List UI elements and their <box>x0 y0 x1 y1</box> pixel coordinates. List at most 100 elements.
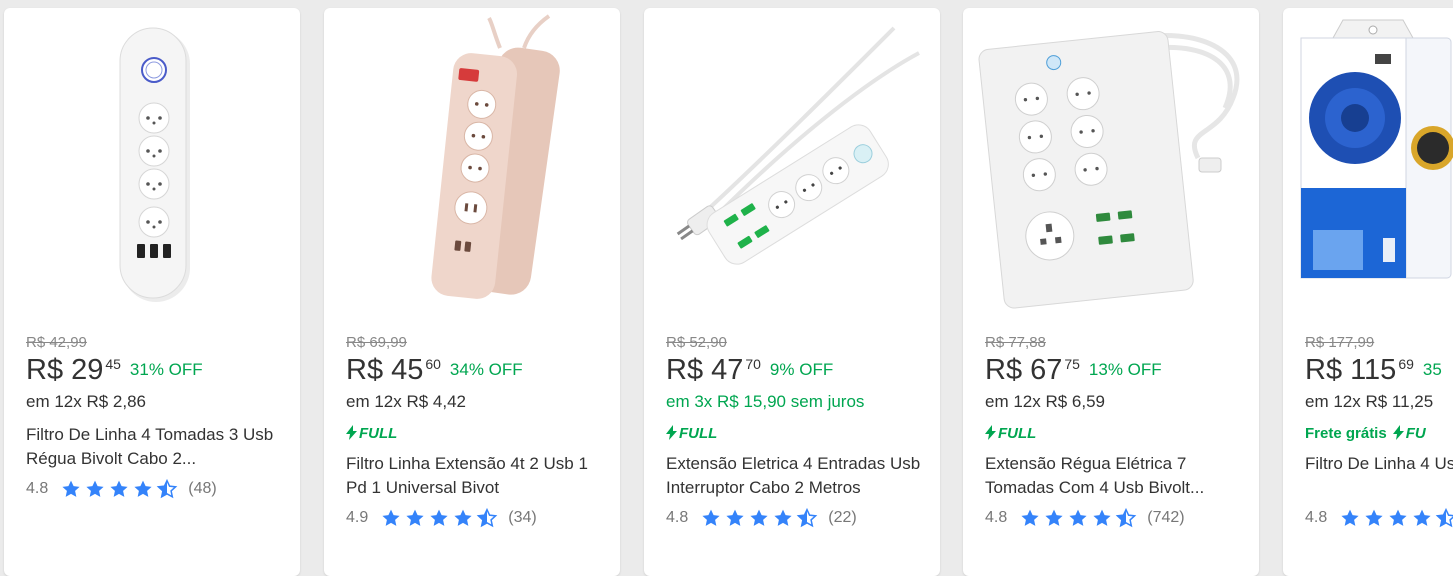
currency-symbol: R$ <box>26 354 64 386</box>
full-label: FU <box>1405 425 1426 442</box>
review-count: (48) <box>188 480 217 497</box>
star-full-icon <box>134 480 152 497</box>
star-full-icon <box>750 509 768 526</box>
star-full-icon <box>1341 509 1359 526</box>
discount-label: 31% OFF <box>129 360 203 379</box>
product-title[interactable]: Filtro De Linha 4 Usb Powercube <box>1305 452 1453 500</box>
price: R$ 67 75 13% OFF <box>985 353 1251 389</box>
star-full-icon <box>406 509 424 526</box>
installments: em 3x R$ 15,90 sem juros <box>666 392 865 411</box>
product-card[interactable]: R$ 77,88 R$ 67 75 13% OFF em 12x R$ 6,59… <box>963 8 1259 576</box>
rating-value: 4.8 <box>26 480 49 497</box>
star-half-icon <box>476 508 498 528</box>
price-integer: 29 <box>71 354 104 386</box>
lightning-bolt-icon <box>346 425 357 440</box>
price-integer: 115 <box>1350 354 1397 386</box>
installments: em 12x R$ 4,42 <box>346 392 467 411</box>
price-cents: 60 <box>425 356 441 372</box>
star-full-icon <box>62 480 80 497</box>
lightning-bolt-icon <box>1392 425 1404 440</box>
price-integer: 47 <box>711 354 744 386</box>
star-full-icon <box>110 480 128 497</box>
star-full-icon <box>454 509 472 526</box>
installments: em 12x R$ 6,59 <box>985 392 1106 411</box>
discount-label: 13% OFF <box>1088 360 1162 379</box>
rating-value: 4.8 <box>1305 509 1328 526</box>
rating: 4.8 (22) <box>666 507 932 529</box>
rating-value: 4.8 <box>666 509 689 526</box>
star-full-icon <box>382 509 400 526</box>
currency-symbol: R$ <box>1305 354 1343 386</box>
product-title[interactable]: Extensão Régua Elétrica 7 Tomadas Com 4 … <box>985 452 1251 500</box>
discount-label: 34% OFF <box>449 360 523 379</box>
full-badge: FULL <box>985 424 1251 444</box>
rating: 4.8 (48) <box>26 478 292 500</box>
price-cents: 70 <box>745 356 761 372</box>
star-full-icon <box>1021 509 1039 526</box>
star-full-icon <box>702 509 720 526</box>
star-full-icon <box>430 509 448 526</box>
full-label: FULL <box>359 425 398 442</box>
discount-label: 35 <box>1422 360 1442 379</box>
star-full-icon <box>1389 509 1407 526</box>
installments: em 12x R$ 11,25 <box>1305 392 1434 411</box>
rating-value: 4.9 <box>346 509 369 526</box>
currency-symbol: R$ <box>346 354 384 386</box>
star-full-icon <box>86 480 104 497</box>
star-half-icon <box>156 479 178 499</box>
product-image-power-strip[interactable] <box>4 8 300 312</box>
old-price: R$ 42,99 <box>26 334 87 351</box>
star-full-icon <box>774 509 792 526</box>
product-image-power-strip[interactable] <box>963 8 1259 312</box>
star-full-icon <box>1365 509 1383 526</box>
full-label: FULL <box>998 425 1037 442</box>
old-price: R$ 77,88 <box>985 334 1046 351</box>
product-card[interactable]: R$ 42,99 R$ 29 45 31% OFF em 12x R$ 2,86… <box>4 8 300 576</box>
product-image-power-strip[interactable] <box>644 8 940 312</box>
price: R$ 115 69 35 <box>1305 353 1453 389</box>
product-image-powercube-box[interactable] <box>1283 8 1453 312</box>
price: R$ 45 60 34% OFF <box>346 353 612 389</box>
rating-stars <box>380 508 500 528</box>
old-price: R$ 52,90 <box>666 334 727 351</box>
rating-stars <box>700 508 820 528</box>
product-title[interactable]: Extensão Eletrica 4 Entradas Usb Interru… <box>666 452 932 500</box>
star-half-icon <box>796 508 818 528</box>
rating: 4.8 (742) <box>985 507 1251 529</box>
product-card[interactable]: R$ 52,90 R$ 47 70 9% OFF em 3x R$ 15,90 … <box>644 8 940 576</box>
product-card[interactable]: R$ 69,99 R$ 45 60 34% OFF em 12x R$ 4,42… <box>324 8 620 576</box>
currency-symbol: R$ <box>666 354 704 386</box>
price: R$ 47 70 9% OFF <box>666 353 932 389</box>
product-carousel: R$ 42,99 R$ 29 45 31% OFF em 12x R$ 2,86… <box>0 0 1453 576</box>
free-shipping-label: Frete grátis <box>1305 425 1387 442</box>
price-integer: 45 <box>391 354 424 386</box>
star-full-icon <box>1045 509 1063 526</box>
star-full-icon <box>726 509 744 526</box>
old-price: R$ 177,99 <box>1305 334 1375 351</box>
review-count: (742) <box>1147 509 1185 526</box>
star-full-icon <box>1413 509 1431 526</box>
full-label: FULL <box>679 425 718 442</box>
star-full-icon <box>1093 509 1111 526</box>
price-cents: 75 <box>1064 356 1080 372</box>
product-title[interactable]: Filtro De Linha 4 Tomadas 3 Usb Régua Bi… <box>26 423 292 471</box>
rating: 4.9 (34) <box>346 507 612 529</box>
price-integer: 67 <box>1030 354 1063 386</box>
installments: em 12x R$ 2,86 <box>26 392 147 411</box>
price: R$ 29 45 31% OFF <box>26 353 292 389</box>
rating-stars <box>60 479 180 499</box>
price-cents: 45 <box>105 356 121 372</box>
price-cents: 69 <box>1398 356 1414 372</box>
rating: 4.8 <box>1305 507 1453 529</box>
lightning-bolt-icon <box>666 425 677 440</box>
discount-label: 9% OFF <box>769 360 834 379</box>
product-title[interactable]: Filtro Linha Extensão 4t 2 Usb 1 Pd 1 Un… <box>346 452 612 500</box>
star-full-icon <box>1069 509 1087 526</box>
rating-stars <box>1339 508 1453 528</box>
rating-value: 4.8 <box>985 509 1008 526</box>
product-card[interactable]: R$ 177,99 R$ 115 69 35 em 12x R$ 11,25 F… <box>1283 8 1453 576</box>
product-image-power-strip[interactable] <box>324 8 620 312</box>
old-price: R$ 69,99 <box>346 334 407 351</box>
lightning-bolt-icon <box>985 425 996 440</box>
review-count: (34) <box>508 509 537 526</box>
